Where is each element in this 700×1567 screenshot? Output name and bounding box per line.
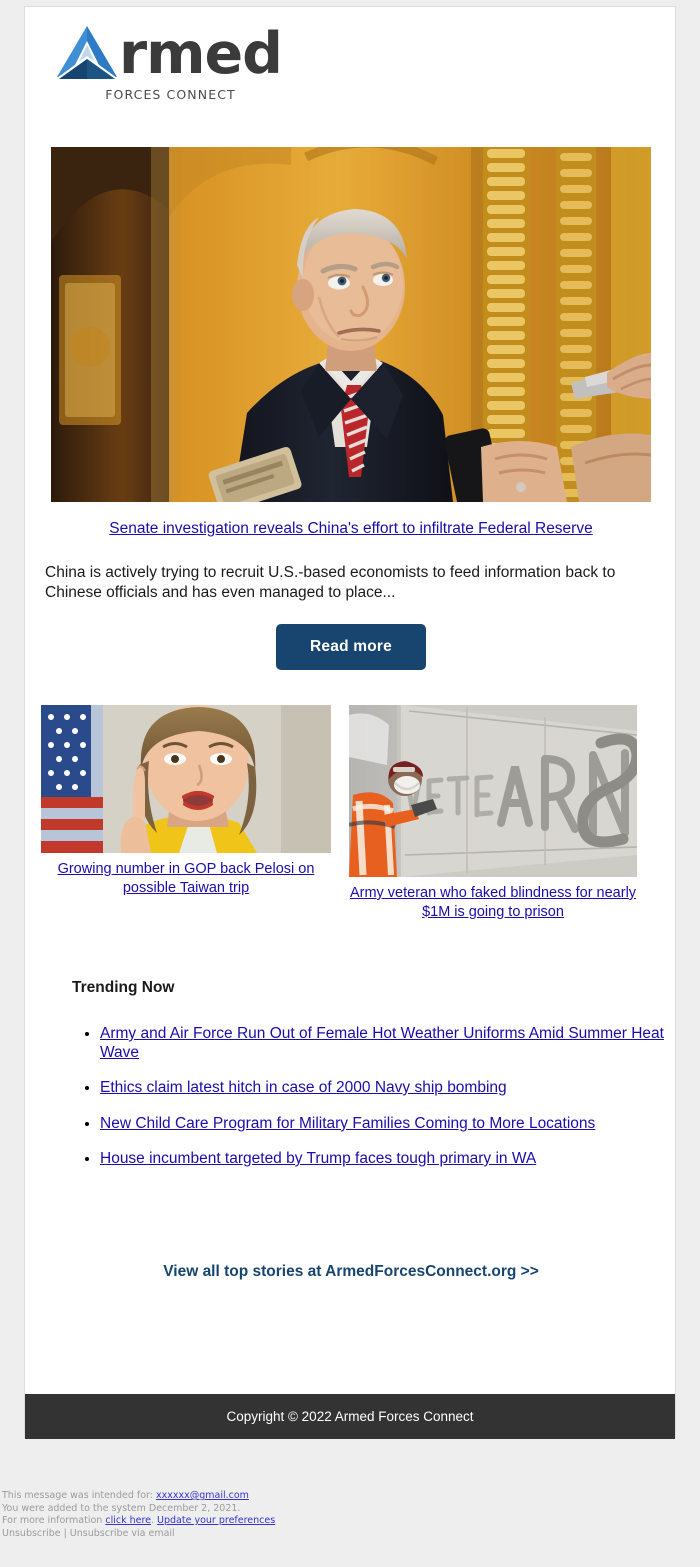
fineprint-line-intended: This message was intended for: xxxxxx@gm… — [2, 1490, 692, 1503]
fineprint-line-added: You were added to the system December 2,… — [2, 1502, 241, 1514]
hero-headline: Senate investigation reveals China's eff… — [51, 519, 651, 539]
trending-link-4[interactable]: House incumbent targeted by Trump faces … — [100, 1150, 536, 1167]
story-card-left: Growing number in GOP back Pelosi on pos… — [41, 705, 347, 897]
list-item: House incumbent targeted by Trump faces … — [100, 1150, 669, 1169]
brand-tagline: FORCES CONNECT — [105, 87, 236, 102]
list-item: New Child Care Program for Military Fami… — [100, 1115, 669, 1134]
email-card: rmed FORCES CONNECT Senate investigation… — [24, 6, 676, 1439]
read-more-button[interactable]: Read more — [276, 624, 426, 670]
read-more-wrap: Read more — [51, 624, 651, 670]
email-fineprint: This message was intended for: xxxxxx@gm… — [2, 1490, 692, 1540]
trending-link-3[interactable]: New Child Care Program for Military Fami… — [100, 1115, 595, 1132]
triangle-a-logo-icon — [53, 23, 121, 85]
brand-wordmark: rmed — [119, 20, 283, 87]
trending-link-1[interactable]: Army and Air Force Run Out of Female Hot… — [100, 1025, 664, 1061]
view-all-stories-link[interactable]: View all top stories at ArmedForcesConne… — [51, 1263, 651, 1281]
list-item: Army and Air Force Run Out of Female Hot… — [100, 1025, 669, 1062]
story-left-headline: Growing number in GOP back Pelosi on pos… — [41, 860, 331, 897]
list-item: Ethics claim latest hitch in case of 200… — [100, 1079, 669, 1098]
story-card-right: Army veteran who faked blindness for nea… — [349, 705, 661, 921]
veterans-memorial-image[interactable] — [349, 705, 637, 877]
trending-link-2[interactable]: Ethics claim latest hitch in case of 200… — [100, 1079, 507, 1096]
pelosi-image[interactable] — [41, 705, 331, 853]
hero-headline-link[interactable]: Senate investigation reveals China's eff… — [109, 520, 592, 537]
fineprint-line-moreinfo: For more information click here. Update … — [2, 1515, 692, 1528]
fineprint-line-unsubscribe: Unsubscribe | Unsubscribe via email — [2, 1527, 175, 1539]
story-left-link[interactable]: Growing number in GOP back Pelosi on pos… — [58, 861, 315, 896]
hero-image[interactable] — [51, 147, 651, 502]
update-preferences-link[interactable]: Update your preferences — [157, 1515, 275, 1526]
click-here-link[interactable]: click here — [105, 1515, 151, 1526]
copyright-text: Copyright © 2022 Armed Forces Connect — [226, 1409, 474, 1424]
trending-list: Army and Air Force Run Out of Female Hot… — [77, 1025, 669, 1186]
intended-prefix: This message was intended for: — [2, 1490, 156, 1501]
recipient-email-link[interactable]: xxxxxx@gmail.com — [156, 1490, 249, 1501]
trending-heading: Trending Now — [72, 979, 175, 996]
story-right-link[interactable]: Army veteran who faked blindness for nea… — [350, 885, 636, 920]
moreinfo-prefix: For more information — [2, 1515, 106, 1527]
brand-logo[interactable]: rmed FORCES CONNECT — [53, 21, 313, 117]
hero-body-text: China is actively trying to recruit U.S.… — [45, 564, 616, 601]
copyright-bar: Copyright © 2022 Armed Forces Connect — [25, 1394, 675, 1439]
story-right-headline: Army veteran who faked blindness for nea… — [349, 884, 637, 921]
